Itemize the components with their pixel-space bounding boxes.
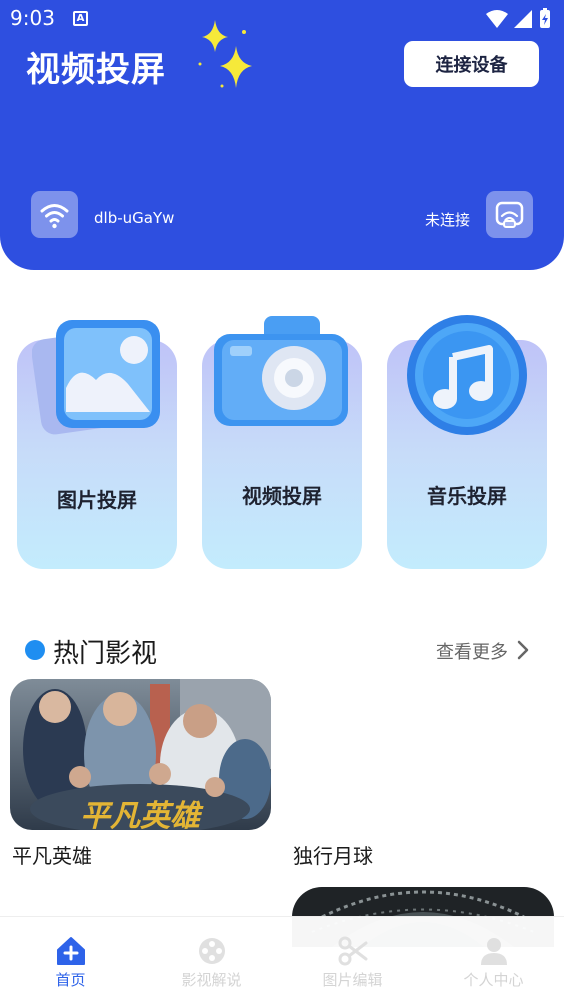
bottom-navigation: 首页 影视解说 图片编辑 个人中心 (0, 916, 564, 1004)
movie-poster-image: 平凡英雄 (10, 679, 271, 830)
section-dot (25, 640, 45, 660)
camera-icon (214, 316, 348, 426)
music-icon (407, 315, 527, 435)
status-bar: 9:03 A (0, 0, 564, 38)
hot-section-title: 热门影视 (53, 639, 158, 669)
sparkle-icon (198, 20, 252, 88)
cast-screen-icon (495, 201, 524, 228)
nav-profile[interactable]: 个人中心 (423, 917, 564, 1004)
app-screen: 9:03 A 视频投屏 连接设备 dlb-uGaYw 未连接 图片投屏 视频投屏… (0, 0, 564, 1004)
music-cast-label: 音乐投屏 (427, 484, 507, 508)
notification-icon: A (73, 11, 88, 26)
user-icon (481, 938, 507, 965)
nav-profile-label: 个人中心 (463, 971, 524, 989)
signal-battery-icons (486, 8, 550, 28)
movie-poster[interactable]: 平凡英雄 (10, 679, 271, 830)
scissors-icon (338, 936, 368, 966)
status-time: 9:03 (10, 6, 55, 30)
cast-button[interactable] (486, 191, 533, 238)
chevron-right-icon[interactable] (515, 640, 531, 660)
page-title: 视频投屏 (26, 50, 166, 90)
wifi-icon (40, 204, 69, 229)
movie-title[interactable]: 独行月球 (293, 840, 373, 869)
nav-home-label: 首页 (55, 971, 86, 989)
image-cast-label: 图片投屏 (57, 488, 137, 512)
film-reel-icon (199, 938, 225, 964)
header-banner: 9:03 A 视频投屏 连接设备 dlb-uGaYw 未连接 (0, 0, 564, 270)
video-cast-label: 视频投屏 (242, 484, 322, 508)
home-icon (57, 937, 85, 965)
image-icon (32, 320, 160, 435)
wifi-icon-box (31, 191, 78, 238)
wifi-name: dlb-uGaYw (94, 209, 175, 227)
connection-status: 未连接 (424, 211, 470, 229)
movie-title[interactable]: 平凡英雄 (12, 840, 92, 869)
poster-title-art: 平凡英雄 (80, 799, 204, 830)
nav-film-commentary-label: 影视解说 (181, 971, 242, 989)
view-more-link[interactable]: 查看更多 (436, 638, 508, 664)
connect-device-button[interactable]: 连接设备 (404, 41, 539, 87)
nav-image-edit[interactable]: 图片编辑 (282, 917, 423, 1004)
nav-image-edit-label: 图片编辑 (322, 971, 383, 989)
nav-film-commentary[interactable]: 影视解说 (141, 917, 282, 1004)
nav-home[interactable]: 首页 (0, 917, 141, 1004)
